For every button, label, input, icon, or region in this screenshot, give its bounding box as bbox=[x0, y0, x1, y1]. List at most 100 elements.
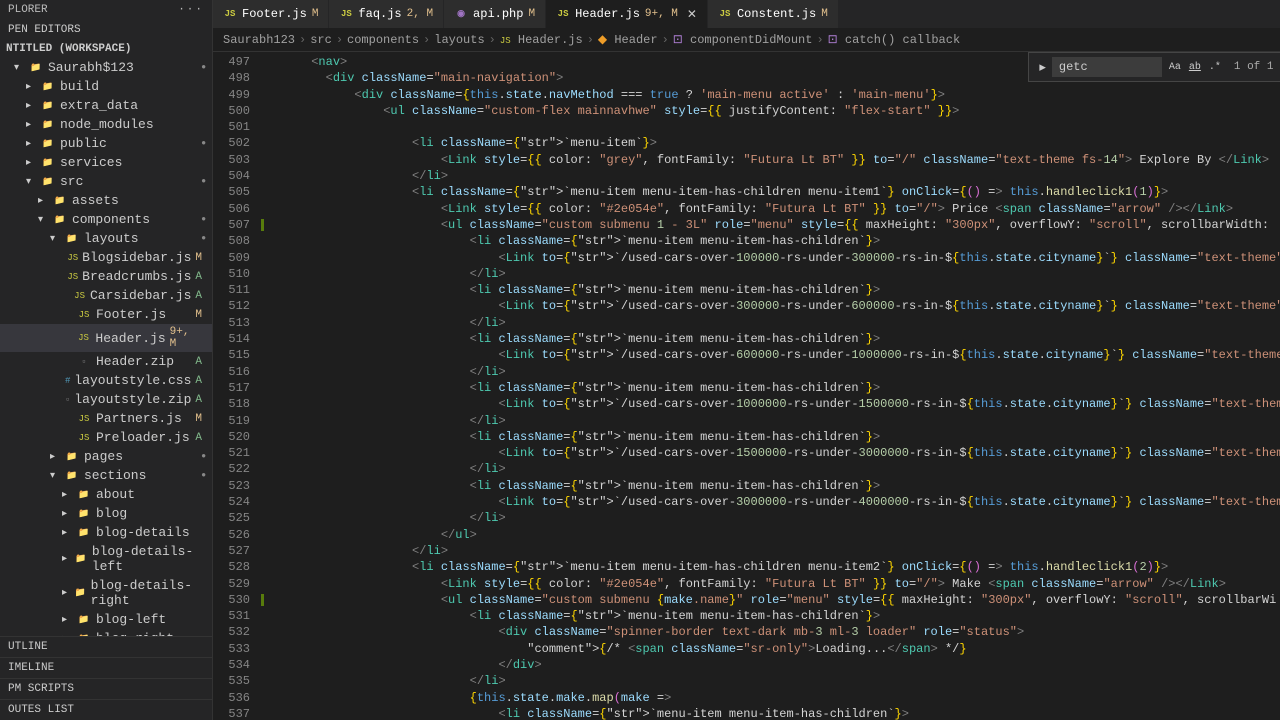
folder-item[interactable]: ▾📁components● bbox=[0, 210, 212, 229]
folder-item[interactable]: ▸📁services bbox=[0, 153, 212, 172]
folder-item[interactable]: ▸📁extra_data bbox=[0, 96, 212, 115]
code-line[interactable]: </div> bbox=[268, 657, 1280, 673]
panel-section[interactable]: UTLINE bbox=[0, 636, 212, 657]
breadcrumb-item[interactable]: JS Header.js bbox=[500, 33, 583, 47]
code-line[interactable]: <li className={"str">`menu-item menu-ite… bbox=[268, 233, 1280, 249]
code-line[interactable]: </li> bbox=[268, 266, 1280, 282]
code-line[interactable]: <div className={this.state.navMethod ===… bbox=[268, 87, 1280, 103]
folder-item[interactable]: ▸📁blog-details-right bbox=[0, 576, 212, 610]
file-item[interactable]: ▫layoutstyle.zipA bbox=[0, 390, 212, 409]
code-line[interactable]: </li> bbox=[268, 461, 1280, 477]
code-line[interactable]: <li className={"str">`menu-item menu-ite… bbox=[268, 331, 1280, 347]
code-line[interactable]: <div className="spinner-border text-dark… bbox=[268, 624, 1280, 640]
code-line[interactable]: </li> bbox=[268, 315, 1280, 331]
breadcrumb-item[interactable]: ⊡ componentDidMount bbox=[673, 32, 813, 47]
folder-item[interactable]: ▾📁layouts● bbox=[0, 229, 212, 248]
panel-section[interactable]: PM SCRIPTS bbox=[0, 678, 212, 699]
close-icon[interactable]: ✕ bbox=[687, 7, 697, 22]
code-line[interactable]: </li> bbox=[268, 168, 1280, 184]
match-word-icon[interactable]: ab bbox=[1186, 58, 1204, 76]
find-input[interactable] bbox=[1052, 57, 1162, 77]
editor-tab[interactable]: JSHeader.js9+, M✕ bbox=[546, 0, 708, 28]
folder-item[interactable]: ▸📁assets bbox=[0, 191, 212, 210]
code-line[interactable]: <ul className="custom submenu 1 - 3L" ro… bbox=[268, 217, 1280, 233]
file-item[interactable]: JSFooter.jsM bbox=[0, 305, 212, 324]
code-line[interactable]: <Link style={{ color: "grey", fontFamily… bbox=[268, 152, 1280, 168]
code-line[interactable]: <li className={"str">`menu-item menu-ite… bbox=[268, 380, 1280, 396]
file-item[interactable]: JSHeader.js9+, M bbox=[0, 324, 212, 352]
code-line[interactable]: </li> bbox=[268, 510, 1280, 526]
code-line[interactable]: <li className={"str">`menu-item menu-ite… bbox=[268, 184, 1280, 200]
code-line[interactable]: <Link style={{ color: "#2e054e", fontFam… bbox=[268, 201, 1280, 217]
folder-item[interactable]: ▾📁Saurabh$123● bbox=[0, 58, 212, 77]
file-item[interactable]: ▫Header.zipA bbox=[0, 352, 212, 371]
code-line[interactable] bbox=[268, 119, 1280, 135]
breadcrumb-item[interactable]: src bbox=[310, 33, 332, 47]
chevron-right-icon: › bbox=[299, 33, 306, 47]
file-item[interactable]: JSBreadcrumbs.jsA bbox=[0, 267, 212, 286]
find-expand-icon[interactable]: ▸ bbox=[1033, 60, 1052, 75]
code-line[interactable]: <li className={"str">`menu-item menu-ite… bbox=[268, 608, 1280, 624]
folder-item[interactable]: ▸📁blog-right bbox=[0, 629, 212, 636]
file-item[interactable]: JSPreloader.jsA bbox=[0, 428, 212, 447]
breadcrumb[interactable]: Saurabh123›src›components›layouts›JS Hea… bbox=[213, 28, 1280, 52]
folder-item[interactable]: ▸📁blog-details bbox=[0, 523, 212, 542]
panel-section[interactable]: OUTES LIST bbox=[0, 699, 212, 720]
code-line[interactable]: <ul className="custom-flex mainnavhwe" s… bbox=[268, 103, 1280, 119]
match-case-icon[interactable]: Aa bbox=[1166, 58, 1184, 76]
code-line[interactable]: <Link to={"str">`/used-cars-over-600000-… bbox=[268, 347, 1280, 363]
code-line[interactable]: <Link to={"str">`/used-cars-over-1000000… bbox=[268, 396, 1280, 412]
code-line[interactable]: <ul className="custom submenu {make.name… bbox=[268, 592, 1280, 608]
folder-item[interactable]: ▸📁pages● bbox=[0, 447, 212, 466]
folder-item[interactable]: ▸📁node_modules bbox=[0, 115, 212, 134]
regex-icon[interactable]: .* bbox=[1206, 58, 1224, 76]
code-line[interactable]: </ul> bbox=[268, 527, 1280, 543]
file-item[interactable]: JSBlogsidebar.jsM bbox=[0, 248, 212, 267]
code-editor[interactable]: <nav> <div className="main-navigation"> … bbox=[268, 52, 1280, 720]
code-line[interactable]: <li className={"str">`menu-item menu-ite… bbox=[268, 478, 1280, 494]
code-line[interactable]: </li> bbox=[268, 413, 1280, 429]
folder-item[interactable]: ▸📁blog-left bbox=[0, 610, 212, 629]
editor-tab[interactable]: ◉api.phpM bbox=[444, 0, 546, 28]
more-icon[interactable]: ··· bbox=[178, 4, 204, 16]
code-line[interactable]: <li className={"str">`menu-item menu-ite… bbox=[268, 706, 1280, 720]
code-line[interactable]: </li> bbox=[268, 364, 1280, 380]
folder-icon: 📁 bbox=[74, 554, 88, 564]
code-line[interactable]: </li> bbox=[268, 543, 1280, 559]
folder-item[interactable]: ▾📁src● bbox=[0, 172, 212, 191]
code-line[interactable]: <li className={"str">`menu-item menu-ite… bbox=[268, 282, 1280, 298]
code-line[interactable]: </li> bbox=[268, 673, 1280, 689]
code-line[interactable]: <Link to={"str">`/used-cars-over-3000000… bbox=[268, 494, 1280, 510]
panel-section[interactable]: IMELINE bbox=[0, 657, 212, 678]
code-line[interactable]: "comment">{/* <span className="sr-only">… bbox=[268, 641, 1280, 657]
folder-item[interactable]: ▸📁blog-details-left bbox=[0, 542, 212, 576]
code-line[interactable]: <li className={"str">`menu-item`}> bbox=[268, 135, 1280, 151]
code-line[interactable]: <Link to={"str">`/used-cars-over-1500000… bbox=[268, 445, 1280, 461]
editor-tab[interactable]: JSConstent.jsM bbox=[708, 0, 839, 28]
code-line[interactable]: <li className={"str">`menu-item menu-ite… bbox=[268, 559, 1280, 575]
breadcrumb-item[interactable]: layouts bbox=[434, 33, 484, 47]
editor-tab[interactable]: JSfaq.js2, M bbox=[329, 0, 444, 28]
code-line[interactable]: <Link to={"str">`/used-cars-over-100000-… bbox=[268, 250, 1280, 266]
breadcrumb-item[interactable]: ⊡ catch() callback bbox=[828, 32, 960, 47]
chevron-right-icon: › bbox=[662, 33, 669, 47]
open-editors-section[interactable]: PEN EDITORS bbox=[0, 20, 212, 40]
file-item[interactable]: #layoutstyle.cssA bbox=[0, 371, 212, 390]
file-item[interactable]: JSCarsidebar.jsA bbox=[0, 286, 212, 305]
file-item[interactable]: JSPartners.jsM bbox=[0, 409, 212, 428]
folder-item[interactable]: ▸📁blog bbox=[0, 504, 212, 523]
code-line[interactable]: <Link style={{ color: "#2e054e", fontFam… bbox=[268, 576, 1280, 592]
code-line[interactable]: {this.state.make.map(make => bbox=[268, 690, 1280, 706]
breadcrumb-item[interactable]: components bbox=[347, 33, 419, 47]
breadcrumb-item[interactable]: ◆ Header bbox=[598, 32, 658, 47]
code-line[interactable]: <Link to={"str">`/used-cars-over-300000-… bbox=[268, 298, 1280, 314]
folder-item[interactable]: ▾📁sections● bbox=[0, 466, 212, 485]
folder-item[interactable]: ▸📁about bbox=[0, 485, 212, 504]
folder-item[interactable]: ▸📁public● bbox=[0, 134, 212, 153]
editor-tab[interactable]: JSFooter.jsM bbox=[213, 0, 329, 28]
workspace-title[interactable]: NTITLED (WORKSPACE) bbox=[0, 40, 212, 58]
vcs-badge: M bbox=[191, 309, 206, 321]
folder-item[interactable]: ▸📁build bbox=[0, 77, 212, 96]
code-line[interactable]: <li className={"str">`menu-item menu-ite… bbox=[268, 429, 1280, 445]
breadcrumb-item[interactable]: Saurabh123 bbox=[223, 33, 295, 47]
